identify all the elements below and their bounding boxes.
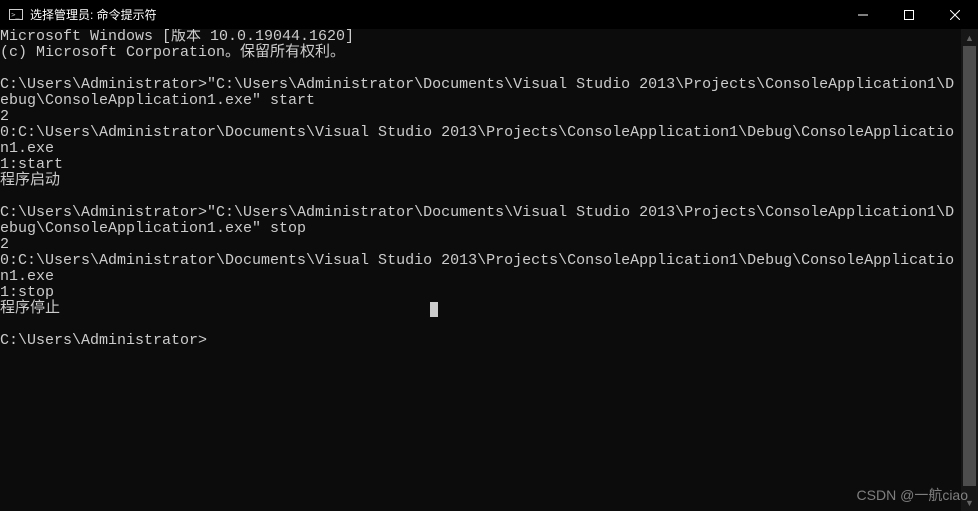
terminal-line: 0:C:\Users\Administrator\Documents\Visua…	[0, 253, 961, 285]
terminal-line	[0, 189, 961, 205]
cmd-icon: >_	[8, 9, 24, 21]
terminal-output[interactable]: Microsoft Windows [版本 10.0.19044.1620](c…	[0, 29, 961, 511]
close-button[interactable]	[932, 0, 978, 29]
window-controls	[840, 0, 978, 29]
vertical-scrollbar[interactable]: ▲ ▼	[961, 29, 978, 511]
scroll-down-arrow[interactable]: ▼	[961, 494, 978, 511]
terminal-line: (c) Microsoft Corporation。保留所有权利。	[0, 45, 961, 61]
terminal-line: 2	[0, 109, 961, 125]
terminal-line: C:\Users\Administrator>"C:\Users\Adminis…	[0, 77, 961, 109]
terminal-line: 1:start	[0, 157, 961, 173]
text-cursor	[430, 302, 438, 317]
terminal-line: C:\Users\Administrator>"C:\Users\Adminis…	[0, 205, 961, 237]
terminal-line: 0:C:\Users\Administrator\Documents\Visua…	[0, 125, 961, 157]
terminal-line: C:\Users\Administrator>	[0, 333, 961, 349]
terminal-line: Microsoft Windows [版本 10.0.19044.1620]	[0, 29, 961, 45]
minimize-button[interactable]	[840, 0, 886, 29]
terminal-line: 程序停止	[0, 301, 961, 317]
terminal-line: 1:stop	[0, 285, 961, 301]
scroll-thumb[interactable]	[963, 46, 976, 486]
terminal-line: 程序启动	[0, 173, 961, 189]
client-area: Microsoft Windows [版本 10.0.19044.1620](c…	[0, 29, 978, 511]
maximize-button[interactable]	[886, 0, 932, 29]
terminal-line	[0, 61, 961, 77]
titlebar[interactable]: >_ 选择管理员: 命令提示符	[0, 0, 978, 29]
terminal-line	[0, 317, 961, 333]
terminal-line: 2	[0, 237, 961, 253]
scroll-up-arrow[interactable]: ▲	[961, 29, 978, 46]
svg-text:>_: >_	[11, 11, 20, 19]
window-title: 选择管理员: 命令提示符	[30, 6, 157, 23]
